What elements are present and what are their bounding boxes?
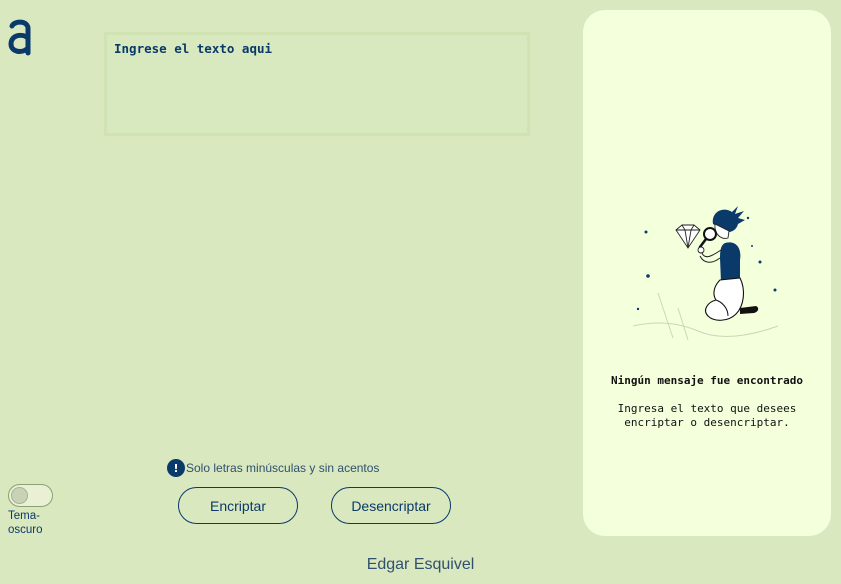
dark-theme-toggle[interactable] <box>8 484 53 507</box>
hint-row: ! Solo letras minúsculas y sin acentos <box>167 459 379 477</box>
encrypt-button[interactable]: Encriptar <box>178 487 298 524</box>
empty-state-title: Ningún mensaje fue encontrado <box>610 374 804 387</box>
info-icon: ! <box>167 459 185 477</box>
footer-author: Edgar Esquivel <box>366 556 475 573</box>
output-panel: Ningún mensaje fue encontrado Ingresa el… <box>583 10 831 536</box>
toggle-knob[interactable] <box>11 487 28 504</box>
decrypt-button[interactable]: Desencriptar <box>331 487 451 524</box>
empty-state-description: Ingresa el texto que desees encriptar o … <box>617 402 797 429</box>
dark-theme-label: Tema-oscuro <box>8 510 43 536</box>
alura-logo <box>8 19 31 56</box>
person-with-magnifying-glass-illustration <box>632 206 779 341</box>
hint-text: Solo letras minúsculas y sin acentos <box>186 461 380 475</box>
message-input[interactable] <box>104 32 530 136</box>
